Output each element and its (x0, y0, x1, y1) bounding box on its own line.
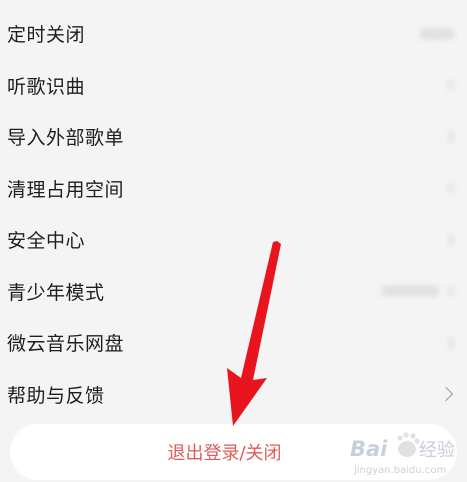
blurred-indicator (447, 79, 455, 92)
blurred-value (381, 285, 439, 298)
menu-item-indicator (447, 233, 455, 246)
menu-item-label: 导入外部歌单 (7, 127, 125, 150)
menu-item-value (419, 27, 455, 40)
blurred-indicator (447, 336, 455, 349)
blurred-value (419, 27, 455, 40)
menu-item-label: 帮助与反馈 (7, 384, 105, 407)
settings-page: 定时关闭 听歌识曲 导入外部歌单 清理占用空间 安全中心 青少年模式 微云音乐网… (0, 0, 467, 482)
blurred-indicator (447, 285, 455, 298)
menu-item-indicator (447, 130, 455, 143)
menu-item-value (381, 285, 455, 298)
menu-item-cloud-drive[interactable]: 微云音乐网盘 (0, 317, 467, 369)
blurred-indicator (447, 233, 455, 246)
blurred-indicator (447, 182, 455, 195)
settings-menu-list: 定时关闭 听歌识曲 导入外部歌单 清理占用空间 安全中心 青少年模式 微云音乐网… (0, 8, 467, 420)
menu-item-teen-mode[interactable]: 青少年模式 (0, 266, 467, 318)
menu-item-label: 微云音乐网盘 (7, 333, 125, 356)
menu-item-import-playlist[interactable]: 导入外部歌单 (0, 111, 467, 163)
menu-item-label: 听歌识曲 (7, 75, 86, 98)
menu-item-label: 定时关闭 (7, 24, 86, 47)
menu-item-security-center[interactable]: 安全中心 (0, 214, 467, 266)
menu-item-indicator (447, 79, 455, 92)
menu-item-label: 安全中心 (7, 230, 86, 253)
menu-item-help-feedback[interactable]: 帮助与反馈 (0, 369, 467, 421)
blurred-indicator (447, 130, 455, 143)
logout-close-button[interactable]: 退出登录/关闭 (10, 424, 457, 480)
menu-item-clear-storage[interactable]: 清理占用空间 (0, 163, 467, 215)
menu-item-label: 清理占用空间 (7, 178, 125, 201)
menu-item-indicator (438, 387, 455, 402)
chevron-right-icon (438, 387, 454, 402)
logout-close-label: 退出登录/关闭 (167, 443, 282, 464)
menu-item-song-recognition[interactable]: 听歌识曲 (0, 60, 467, 112)
menu-item-sleep-timer[interactable]: 定时关闭 (0, 8, 467, 60)
menu-item-indicator (447, 336, 455, 349)
menu-item-label: 青少年模式 (7, 281, 105, 304)
menu-item-indicator (447, 182, 455, 195)
